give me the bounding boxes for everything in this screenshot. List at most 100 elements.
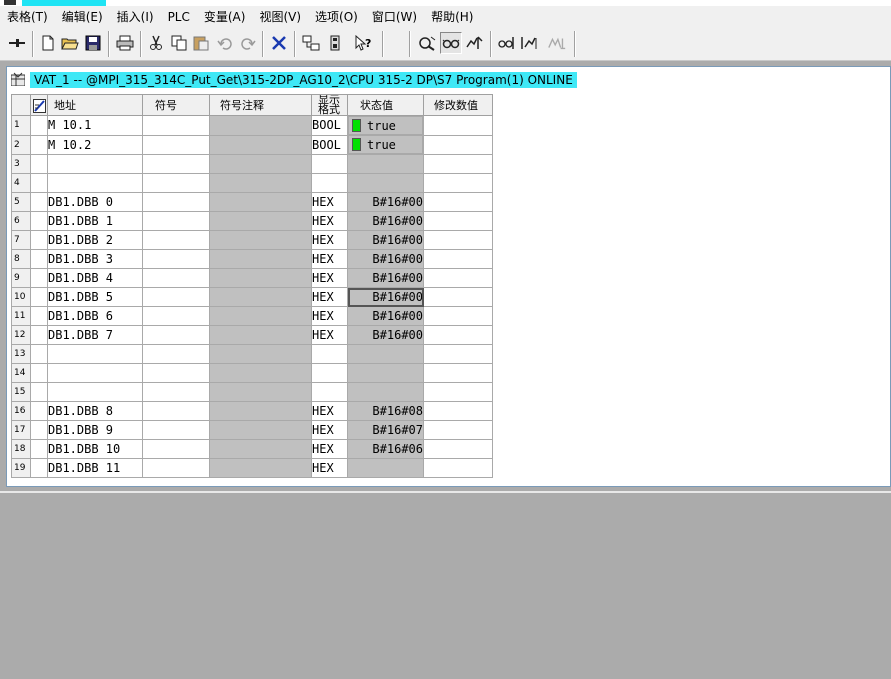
modify-value-cell[interactable] <box>423 230 493 250</box>
table-row[interactable]: 16 DB1.DBB 8 HEX B#16#08 <box>11 401 493 421</box>
status-header-cell[interactable] <box>30 94 48 116</box>
symbol-cell[interactable] <box>142 249 210 269</box>
table-row[interactable]: 8 DB1.DBB 3 HEX B#16#00 <box>11 249 493 269</box>
row-status-cell[interactable] <box>30 154 48 174</box>
row-status-cell[interactable] <box>30 230 48 250</box>
symbol-cell[interactable] <box>142 458 210 478</box>
address-cell[interactable] <box>47 154 143 174</box>
symbol-cell[interactable] <box>142 401 210 421</box>
pin-button[interactable] <box>6 32 28 54</box>
address-cell[interactable]: DB1.DBB 7 <box>47 325 143 345</box>
menu-variable[interactable]: 变量(A) <box>197 6 253 28</box>
table-row[interactable]: 10 DB1.DBB 5 HEX B#16#00 <box>11 287 493 307</box>
row-status-cell[interactable] <box>30 249 48 269</box>
symbol-cell[interactable] <box>142 154 210 174</box>
address-cell[interactable] <box>47 382 143 402</box>
modify-value-cell[interactable] <box>423 420 493 440</box>
row-status-cell[interactable] <box>30 268 48 288</box>
modify-value-cell[interactable] <box>423 134 493 155</box>
address-cell[interactable] <box>47 173 143 193</box>
modify-value-cell[interactable] <box>423 306 493 326</box>
monitor-update-button[interactable] <box>496 32 518 54</box>
display-format-cell[interactable]: HEX <box>311 439 348 459</box>
vat-window-title-bar[interactable]: VAT_1 -- @MPI_315_314C_Put_Get\315-2DP_A… <box>7 67 890 93</box>
modify-value-cell[interactable] <box>423 344 493 364</box>
modify-value-header[interactable]: 修改数值 <box>423 94 493 116</box>
status-value-header[interactable]: 状态值 <box>347 94 424 116</box>
display-format-cell[interactable]: HEX <box>311 249 348 269</box>
modify-value-cell[interactable] <box>423 211 493 231</box>
address-cell[interactable]: DB1.DBB 5 <box>47 287 143 307</box>
menu-table[interactable]: 表格(T) <box>0 6 55 28</box>
menu-options[interactable]: 选项(O) <box>308 6 365 28</box>
modify-value-cell[interactable] <box>423 115 493 136</box>
new-button[interactable] <box>37 32 59 54</box>
display-format-cell[interactable]: HEX <box>311 458 348 478</box>
menu-window[interactable]: 窗口(W) <box>365 6 424 28</box>
modify-value-cell[interactable] <box>423 268 493 288</box>
display-format-cell[interactable] <box>311 382 348 402</box>
display-format-cell[interactable] <box>311 173 348 193</box>
address-cell[interactable]: DB1.DBB 3 <box>47 249 143 269</box>
modify-value-cell[interactable] <box>423 363 493 383</box>
copy-button[interactable] <box>168 32 190 54</box>
monitor-button[interactable] <box>416 32 438 54</box>
trigger-modify-button[interactable] <box>519 32 541 54</box>
display-format-cell[interactable]: HEX <box>311 287 348 307</box>
row-status-cell[interactable] <box>30 173 48 193</box>
address-cell[interactable]: DB1.DBB 10 <box>47 439 143 459</box>
row-status-cell[interactable] <box>30 134 48 155</box>
table-row[interactable]: 11 DB1.DBB 6 HEX B#16#00 <box>11 306 493 326</box>
network-button[interactable] <box>300 32 322 54</box>
modify-value-cell[interactable] <box>423 249 493 269</box>
address-cell[interactable]: DB1.DBB 2 <box>47 230 143 250</box>
row-status-cell[interactable] <box>30 382 48 402</box>
address-cell[interactable]: DB1.DBB 6 <box>47 306 143 326</box>
table-row[interactable]: 14 <box>11 363 493 383</box>
table-row[interactable]: 6 DB1.DBB 1 HEX B#16#00 <box>11 211 493 231</box>
modify-value-cell[interactable] <box>423 382 493 402</box>
help-pointer-button[interactable]: ? <box>352 32 374 54</box>
display-format-cell[interactable] <box>311 363 348 383</box>
menu-help[interactable]: 帮助(H) <box>424 6 480 28</box>
row-status-cell[interactable] <box>30 439 48 459</box>
table-row[interactable]: 17 DB1.DBB 9 HEX B#16#07 <box>11 420 493 440</box>
row-status-cell[interactable] <box>30 401 48 421</box>
symbol-cell[interactable] <box>142 363 210 383</box>
address-cell[interactable]: DB1.DBB 11 <box>47 458 143 478</box>
table-row[interactable]: 18 DB1.DBB 10 HEX B#16#06 <box>11 439 493 459</box>
row-status-cell[interactable] <box>30 192 48 212</box>
display-format-cell[interactable]: HEX <box>311 325 348 345</box>
menu-view[interactable]: 视图(V) <box>252 6 308 28</box>
modify-button[interactable] <box>464 32 486 54</box>
symbol-cell[interactable] <box>142 268 210 288</box>
symbol-cell[interactable] <box>142 382 210 402</box>
cpu-button[interactable] <box>324 32 346 54</box>
address-cell[interactable]: DB1.DBB 4 <box>47 268 143 288</box>
menu-edit[interactable]: 编辑(E) <box>55 6 110 28</box>
symbol-cell[interactable] <box>142 439 210 459</box>
table-row[interactable]: 4 <box>11 173 493 193</box>
address-cell[interactable]: DB1.DBB 9 <box>47 420 143 440</box>
save-button[interactable] <box>82 32 104 54</box>
modify-value-cell[interactable] <box>423 458 493 478</box>
table-row[interactable]: 1 M 10.1 BOOL true <box>11 115 493 136</box>
monitor-toggle-button[interactable] <box>440 32 462 54</box>
address-cell[interactable]: DB1.DBB 8 <box>47 401 143 421</box>
table-row[interactable]: 19 DB1.DBB 11 HEX <box>11 458 493 478</box>
row-status-cell[interactable] <box>30 306 48 326</box>
row-status-cell[interactable] <box>30 287 48 307</box>
row-status-cell[interactable] <box>30 211 48 231</box>
table-row[interactable]: 12 DB1.DBB 7 HEX B#16#00 <box>11 325 493 345</box>
row-status-cell[interactable] <box>30 363 48 383</box>
display-format-cell[interactable]: HEX <box>311 268 348 288</box>
modify-value-cell[interactable] <box>423 439 493 459</box>
symbol-cell[interactable] <box>142 287 210 307</box>
table-row[interactable]: 15 <box>11 382 493 402</box>
modify-value-cell[interactable] <box>423 192 493 212</box>
address-header[interactable]: 地址 <box>47 94 143 116</box>
table-row[interactable]: 13 <box>11 344 493 364</box>
table-row[interactable]: 5 DB1.DBB 0 HEX B#16#00 <box>11 192 493 212</box>
symbol-cell[interactable] <box>142 306 210 326</box>
delete-button[interactable] <box>268 32 290 54</box>
